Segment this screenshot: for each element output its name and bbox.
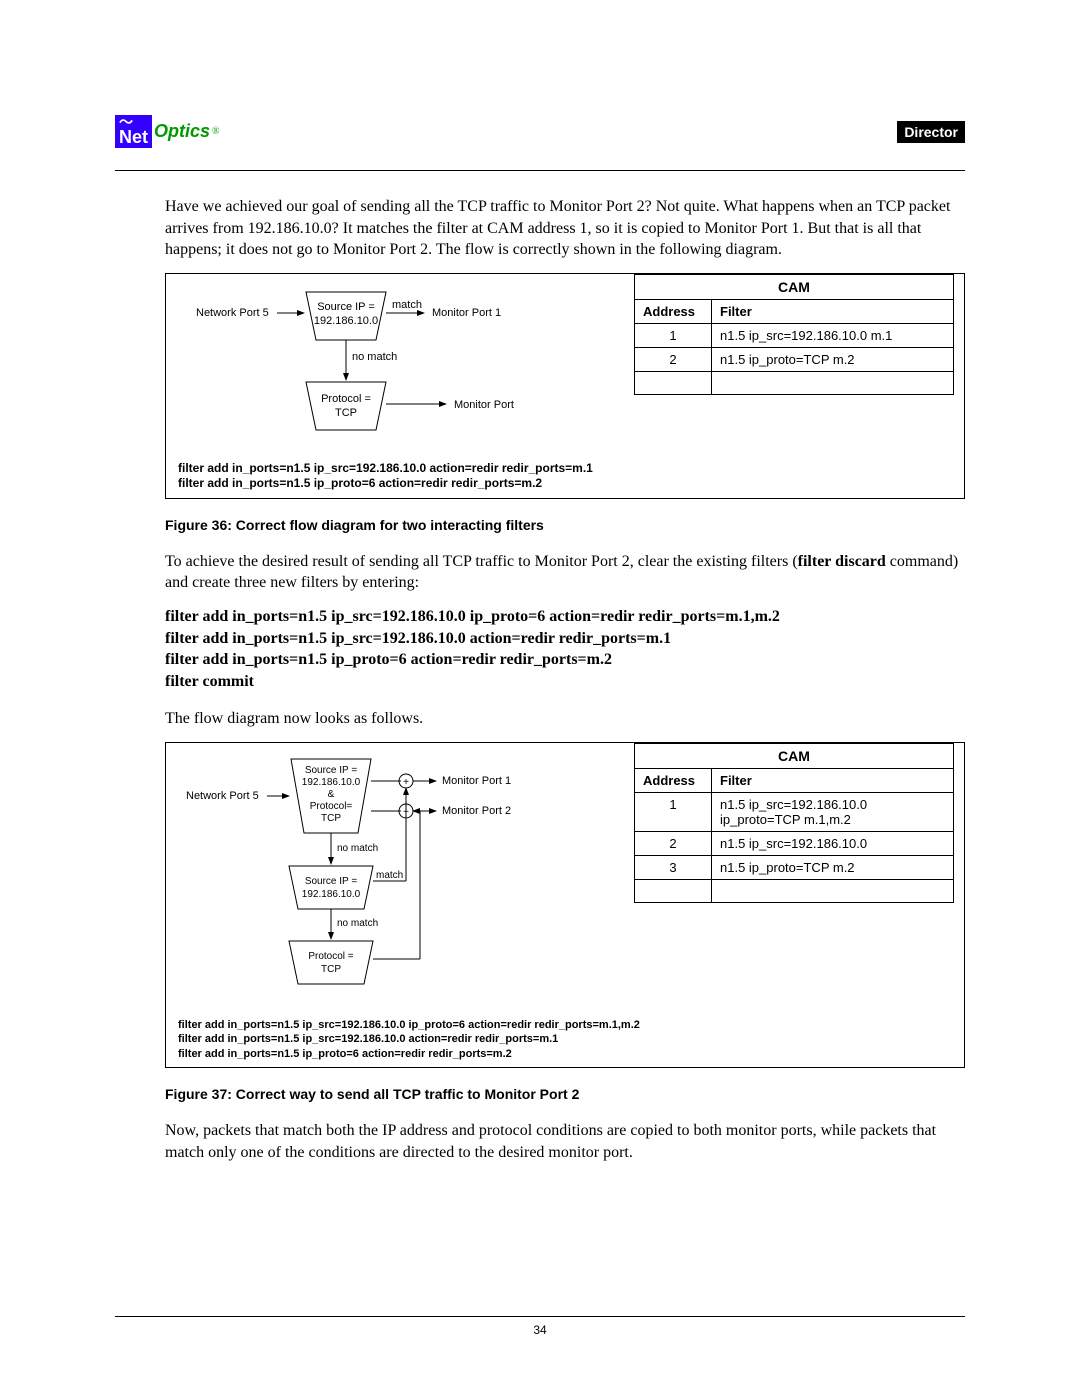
director-badge: Director xyxy=(897,121,965,143)
svg-text:192.186.10.0: 192.186.10.0 xyxy=(302,777,361,788)
fig36-cmd-line: filter add in_ports=n1.5 ip_src=192.186.… xyxy=(178,461,593,477)
fig36-cam-row1-addr: 1 xyxy=(635,323,712,347)
svg-text:192.186.10.0: 192.186.10.0 xyxy=(314,315,378,327)
page-content: Have we achieved our goal of sending all… xyxy=(115,160,965,1175)
figure-36-diagram: Source IP = 192.186.10.0 Network Port 5 … xyxy=(176,282,516,452)
svg-text:Monitor Port 1: Monitor Port 1 xyxy=(442,775,511,787)
logo-wave-icon: 〜 xyxy=(119,119,133,126)
svg-text:no match: no match xyxy=(337,918,378,929)
footer-rule xyxy=(115,1316,965,1317)
svg-text:&: & xyxy=(328,789,335,800)
fig37-cam-head-filter: Filter xyxy=(712,768,954,792)
fig37-cam-head-addr: Address xyxy=(635,768,712,792)
cmd-line: filter commit xyxy=(165,671,965,693)
page: 〜 Net Optics® Director Have we achieved … xyxy=(0,0,1080,1397)
svg-text:192.186.10.0: 192.186.10.0 xyxy=(302,889,361,900)
fig37-cam-row1-addr: 1 xyxy=(635,792,712,831)
paragraph-3: The flow diagram now looks as follows. xyxy=(165,708,965,730)
fig36-cam-body: Address Filter 1 n1.5 ip_src=192.186.10.… xyxy=(634,299,954,395)
command-block: filter add in_ports=n1.5 ip_src=192.186.… xyxy=(165,606,965,692)
logo-net-box: 〜 Net xyxy=(115,115,152,148)
fig37-cmd-line: filter add in_ports=n1.5 ip_proto=6 acti… xyxy=(178,1047,640,1061)
fig37-commands: filter add in_ports=n1.5 ip_src=192.186.… xyxy=(178,1018,640,1061)
figure-37-frame: Source IP = 192.186.10.0 & Protocol= TCP… xyxy=(165,742,965,1068)
fig37-cam-table: CAM Address Filter 1 n1.5 ip_src=192.186… xyxy=(634,743,954,903)
page-footer: 34 xyxy=(115,1316,965,1337)
page-number: 34 xyxy=(115,1323,965,1337)
svg-text:Source IP =: Source IP = xyxy=(317,301,375,313)
logo-net-text: Net xyxy=(119,128,148,146)
fig37-cam-title: CAM xyxy=(634,743,954,768)
svg-text:no match: no match xyxy=(337,843,378,854)
fig36-cam-table: CAM Address Filter 1 n1.5 ip_src=192.186… xyxy=(634,274,954,395)
paragraph-intro: Have we achieved our goal of sending all… xyxy=(165,196,965,261)
netoptics-logo: 〜 Net Optics® xyxy=(115,115,220,148)
fig37-cam-row3-addr: 3 xyxy=(635,855,712,879)
svg-text:Protocol =: Protocol = xyxy=(321,393,371,405)
fig36-cam-head-filter: Filter xyxy=(712,299,954,323)
svg-text:match: match xyxy=(376,870,403,881)
header-rule xyxy=(115,170,965,171)
para2-a: To achieve the desired result of sending… xyxy=(165,553,798,570)
svg-text:TCP: TCP xyxy=(335,407,357,419)
cmd-line: filter add in_ports=n1.5 ip_src=192.186.… xyxy=(165,606,965,628)
fig37-cam-body: Address Filter 1 n1.5 ip_src=192.186.10.… xyxy=(634,768,954,903)
page-header: 〜 Net Optics® Director xyxy=(115,115,965,148)
fig37-cam-row3-filter: n1.5 ip_proto=TCP m.2 xyxy=(712,855,954,879)
fig37-cmd-line: filter add in_ports=n1.5 ip_src=192.186.… xyxy=(178,1032,640,1046)
fig36-cam-title: CAM xyxy=(634,274,954,299)
svg-text:TCP: TCP xyxy=(321,964,341,975)
fig37-cam-row2-filter: n1.5 ip_src=192.186.10.0 xyxy=(712,831,954,855)
svg-text:Source IP =: Source IP = xyxy=(305,876,358,887)
logo-optics-text: Optics xyxy=(154,121,210,142)
paragraph-4: Now, packets that match both the IP addr… xyxy=(165,1120,965,1163)
svg-text:Monitor Port 2: Monitor Port 2 xyxy=(442,805,511,817)
fig36-cmd-line: filter add in_ports=n1.5 ip_proto=6 acti… xyxy=(178,476,593,492)
fig37-cam-row1-filter: n1.5 ip_src=192.186.10.0 ip_proto=TCP m.… xyxy=(712,792,954,831)
cmd-line: filter add in_ports=n1.5 ip_src=192.186.… xyxy=(165,628,965,650)
fig37-cmd-line: filter add in_ports=n1.5 ip_src=192.186.… xyxy=(178,1018,640,1032)
figure-37-diagram: Source IP = 192.186.10.0 & Protocol= TCP… xyxy=(176,751,516,1001)
svg-text:Source IP =: Source IP = xyxy=(305,765,358,776)
fig37-cam-row2-addr: 2 xyxy=(635,831,712,855)
figure-36-caption: Figure 36: Correct flow diagram for two … xyxy=(165,517,965,533)
para2-b: filter discard xyxy=(798,553,886,570)
svg-text:Protocol=: Protocol= xyxy=(310,801,353,812)
fig36-cam-row2-addr: 2 xyxy=(635,347,712,371)
logo-reg-mark: ® xyxy=(212,126,220,137)
figure-36-frame: Source IP = 192.186.10.0 Network Port 5 … xyxy=(165,273,965,499)
fig36-cam-row2-filter: n1.5 ip_proto=TCP m.2 xyxy=(712,347,954,371)
fig36-network-port-label: Network Port 5 xyxy=(196,307,269,319)
fig36-commands: filter add in_ports=n1.5 ip_src=192.186.… xyxy=(178,461,593,492)
svg-text:+: + xyxy=(403,777,409,788)
fig36-cam-row1-filter: n1.5 ip_src=192.186.10.0 m.1 xyxy=(712,323,954,347)
svg-text:no match: no match xyxy=(352,351,397,363)
svg-text:Monitor Port 2: Monitor Port 2 xyxy=(454,399,516,411)
svg-text:TCP: TCP xyxy=(321,813,341,824)
fig36-cam-head-addr: Address xyxy=(635,299,712,323)
cmd-line: filter add in_ports=n1.5 ip_proto=6 acti… xyxy=(165,649,965,671)
svg-text:Monitor Port 1: Monitor Port 1 xyxy=(432,307,501,319)
svg-text:match: match xyxy=(392,299,422,311)
svg-text:Network Port 5: Network Port 5 xyxy=(186,790,259,802)
paragraph-2: To achieve the desired result of sending… xyxy=(165,551,965,594)
svg-text:Protocol =: Protocol = xyxy=(308,951,353,962)
figure-37-caption: Figure 37: Correct way to send all TCP t… xyxy=(165,1086,965,1102)
